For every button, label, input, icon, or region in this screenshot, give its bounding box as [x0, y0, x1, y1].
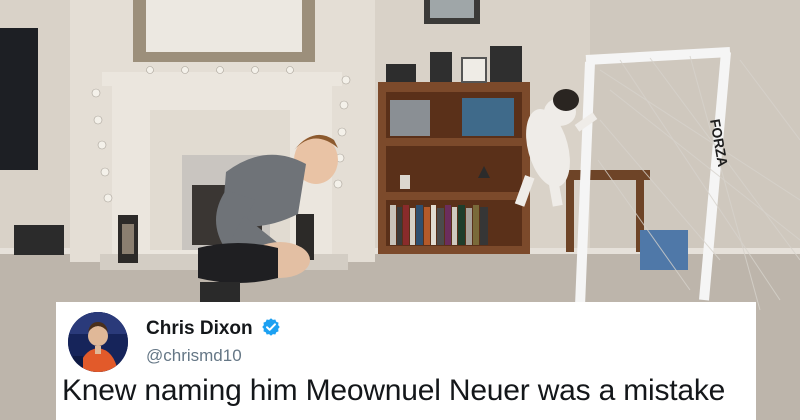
user-handle[interactable]: @chrismd10: [146, 346, 242, 366]
avatar[interactable]: [68, 312, 128, 372]
tweet-text: Knew naming him Meownuel Neuer was a mis…: [62, 374, 726, 407]
side-table: [560, 170, 650, 180]
television: [0, 28, 38, 170]
tweet-card: Chris Dixon @chrismd10 Knew naming him M…: [56, 302, 756, 420]
verified-badge-icon: [262, 318, 280, 336]
avatar-photo: [68, 312, 128, 372]
display-name[interactable]: Chris Dixon: [146, 318, 253, 340]
